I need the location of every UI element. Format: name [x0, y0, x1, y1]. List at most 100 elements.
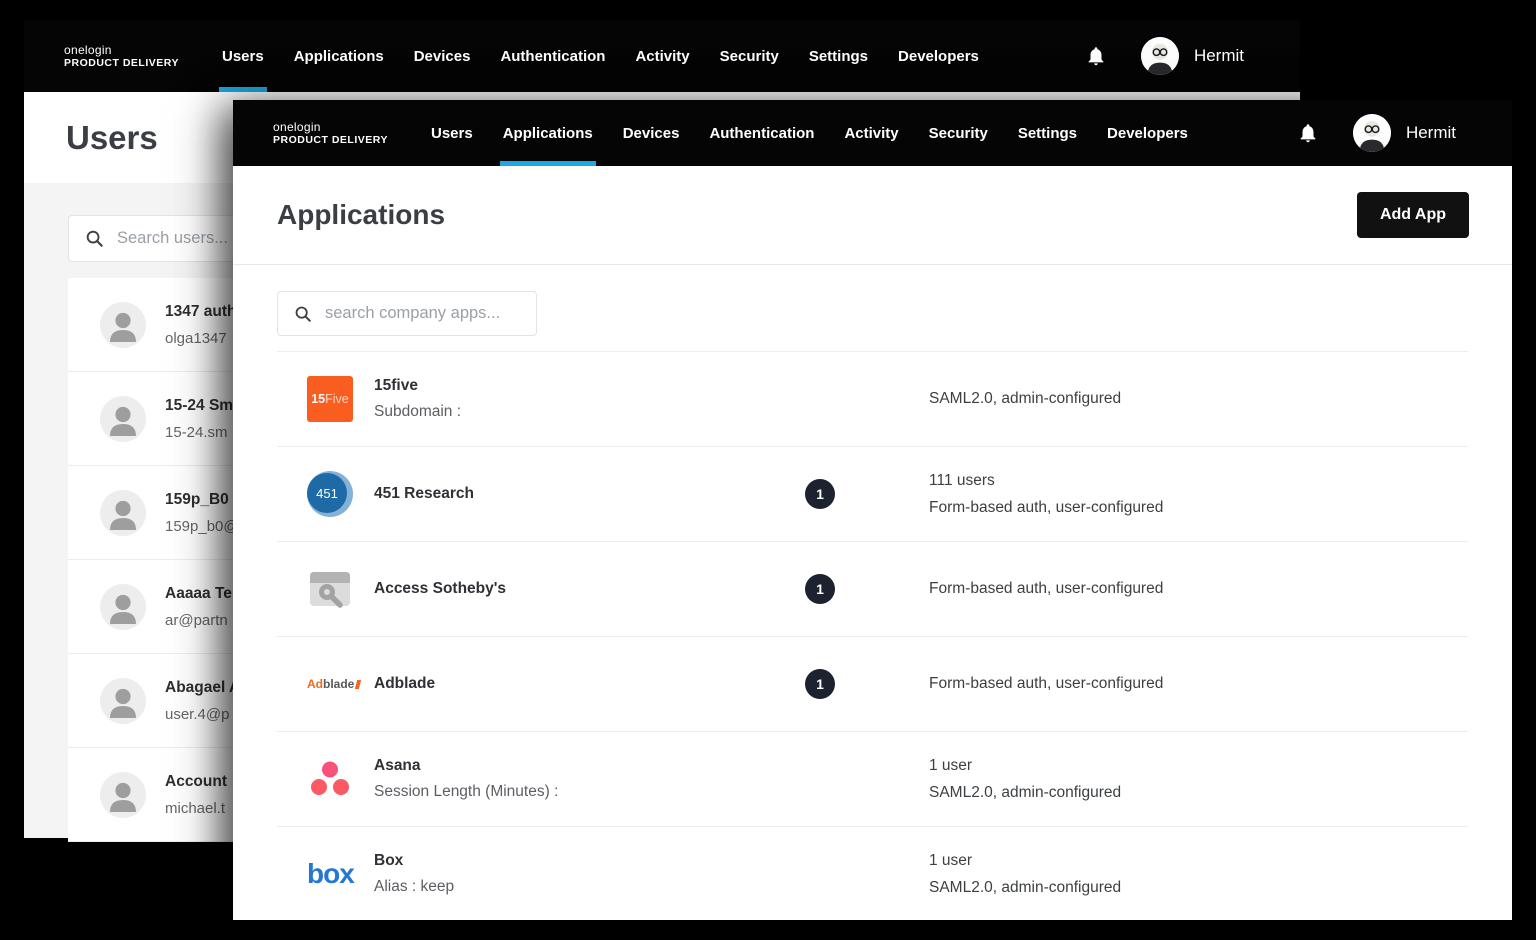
nav-item-settings[interactable]: Settings [1015, 100, 1080, 166]
app-info: 111 usersForm-based auth, user-configure… [904, 472, 1438, 517]
nav-item-security[interactable]: Security [926, 100, 991, 166]
app-info-line: SAML2.0, admin-configured [929, 390, 1438, 408]
app-name: 15five [374, 377, 759, 395]
app-info-line: 1 user [929, 757, 1438, 775]
logo-line2: PRODUCT DELIVERY [64, 57, 179, 69]
451-research-logo-icon: 451 [307, 471, 353, 517]
top-nav: onelogin PRODUCT DELIVERY Users Applicati… [233, 100, 1512, 166]
app-subtitle: Alias : keep [374, 878, 759, 896]
app-titles: Adblade [374, 675, 759, 693]
user-row-name: Account [165, 773, 227, 791]
user-silhouette-icon [100, 302, 146, 348]
role-count-badge: 1 [805, 669, 835, 699]
app-titles: 451 Research [374, 485, 759, 503]
app-list: 15Five15fiveSubdomain :SAML2.0, admin-co… [277, 351, 1468, 920]
app-info-line: SAML2.0, admin-configured [929, 879, 1438, 897]
nav-item-devices[interactable]: Devices [411, 20, 474, 92]
nav-item-applications[interactable]: Applications [291, 20, 387, 92]
asana-logo-icon [307, 756, 353, 802]
nav-item-settings[interactable]: Settings [806, 20, 871, 92]
nav-item-developers[interactable]: Developers [895, 20, 982, 92]
nav-item-activity[interactable]: Activity [632, 20, 692, 92]
top-nav: onelogin PRODUCT DELIVERY Users Applicati… [24, 20, 1300, 92]
user-avatar[interactable] [1141, 37, 1179, 75]
nav-item-developers[interactable]: Developers [1104, 100, 1191, 166]
nav-item-authentication[interactable]: Authentication [497, 20, 608, 92]
user-row-email: olga1347 [165, 330, 237, 347]
apps-search-box [277, 291, 537, 336]
nav-right: Hermit [1297, 100, 1456, 166]
notifications-bell-icon[interactable] [1085, 44, 1107, 68]
user-row-name: 159p_B0 [165, 491, 239, 509]
search-icon [294, 305, 312, 323]
app-info-line: Form-based auth, user-configured [929, 675, 1438, 693]
user-row-email: 15-24.sm [165, 424, 233, 441]
user-name-label[interactable]: Hermit [1194, 46, 1244, 66]
logo-line1: onelogin [273, 120, 388, 134]
applications-page-header: Applications Add App [233, 166, 1512, 265]
search-icon [85, 229, 104, 248]
apps-search-input[interactable] [325, 304, 520, 323]
user-name-label[interactable]: Hermit [1406, 123, 1456, 143]
apps-toolbar [233, 265, 1512, 351]
role-count-badge: 1 [805, 574, 835, 604]
app-titles: Box Alias : keep [374, 852, 759, 896]
nav-item-applications[interactable]: Applications [500, 100, 596, 166]
app-info-line: SAML2.0, admin-configured [929, 784, 1438, 802]
app-name: Box [374, 852, 759, 870]
adblade-logo-icon: Adblade [307, 661, 353, 707]
nav-item-devices[interactable]: Devices [620, 100, 683, 166]
page-title: Applications [277, 199, 1357, 231]
app-row[interactable]: Adblade Adblade 1 Form-based auth, user-con… [277, 637, 1468, 732]
app-row[interactable]: Asana Session Length (Minutes) : 1 user SAM… [277, 732, 1468, 827]
app-info: Form-based auth, user-configured [904, 675, 1438, 693]
app-name: 451 Research [374, 485, 759, 503]
generic-app-icon [307, 566, 353, 612]
app-row[interactable]: 15Five15fiveSubdomain :SAML2.0, admin-co… [277, 352, 1468, 447]
badge-column: 1 [759, 669, 904, 699]
user-row-name: 1347 auth [165, 303, 237, 321]
user-silhouette-icon [100, 584, 146, 630]
notifications-bell-icon[interactable] [1297, 121, 1319, 145]
nav-item-users[interactable]: Users [219, 20, 267, 92]
app-info: 1 user SAML2.0, admin-configured [904, 852, 1438, 897]
nav-right: Hermit [1085, 20, 1244, 92]
user-row-name: Abagael A [165, 679, 240, 697]
box-logo-icon: box [307, 851, 353, 897]
app-info-line: 111 users [929, 472, 1438, 490]
logo-line2: PRODUCT DELIVERY [273, 134, 388, 146]
nav-item-activity[interactable]: Activity [841, 100, 901, 166]
role-count-badge: 1 [805, 479, 835, 509]
user-row-name: Aaaaa Te [165, 585, 232, 603]
onelogin-logo[interactable]: onelogin PRODUCT DELIVERY [64, 20, 179, 92]
user-row-name: 15-24 Sm [165, 397, 233, 415]
app-name: Access Sotheby's [374, 580, 759, 598]
nav-item-users[interactable]: Users [428, 100, 476, 166]
badge-column: 1 [759, 574, 904, 604]
user-row-email: ar@partn [165, 612, 232, 629]
app-info: SAML2.0, admin-configured [904, 390, 1438, 408]
nav-item-authentication[interactable]: Authentication [706, 100, 817, 166]
user-row-email: user.4@p [165, 706, 240, 723]
app-row[interactable]: box Box Alias : keep 1 user SAML2.0, admin-c… [277, 827, 1468, 920]
user-silhouette-icon [100, 678, 146, 724]
onelogin-logo[interactable]: onelogin PRODUCT DELIVERY [273, 100, 388, 166]
add-app-button[interactable]: Add App [1357, 192, 1469, 238]
user-silhouette-icon [100, 772, 146, 818]
user-silhouette-icon [100, 490, 146, 536]
app-titles: 15five Subdomain : [374, 377, 759, 421]
app-titles: Asana Session Length (Minutes) : [374, 757, 759, 801]
applications-window: onelogin PRODUCT DELIVERY UsersApplicati… [233, 100, 1512, 920]
app-info-line: 1 user [929, 852, 1438, 870]
app-subtitle: Subdomain : [374, 403, 759, 421]
app-row[interactable]: 451 451 Research 1 111 usersForm-based auth… [277, 447, 1468, 542]
app-info-line: Form-based auth, user-configured [929, 580, 1438, 598]
badge-column: 1 [759, 479, 904, 509]
user-avatar[interactable] [1353, 114, 1391, 152]
app-name: Asana [374, 757, 759, 775]
app-row[interactable]: Access Sotheby's 1 Form-based auth, user-c… [277, 542, 1468, 637]
app-info: 1 user SAML2.0, admin-configured [904, 757, 1438, 802]
nav-item-security[interactable]: Security [717, 20, 782, 92]
user-row-email: michael.t [165, 800, 227, 817]
app-subtitle: Session Length (Minutes) : [374, 783, 759, 801]
